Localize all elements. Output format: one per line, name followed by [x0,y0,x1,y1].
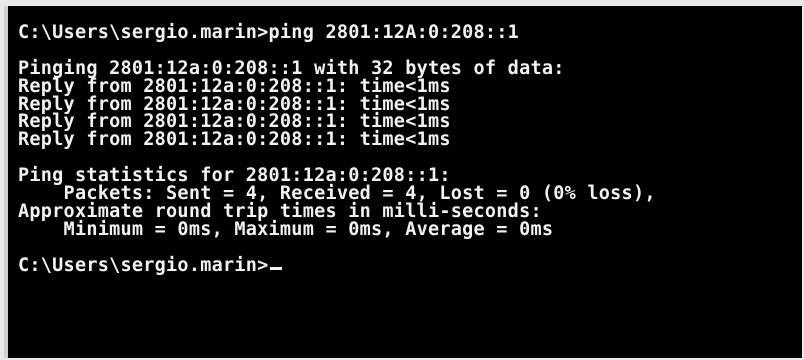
command-line: C:\Users\sergio.marin>ping 2801:12A:0:20… [18,22,520,43]
console-output: C:\Users\sergio.marin>ping 2801:12A:0:20… [18,22,656,276]
round-trip-times: Minimum = 0ms, Maximum = 0ms, Average = … [18,218,554,240]
final-prompt: C:\Users\sergio.marin> [18,254,269,276]
reply-line-4: Reply from 2801:12a:0:208::1: time<1ms [18,129,451,151]
text-cursor [269,266,282,270]
command-prompt-window[interactable]: C:\Users\sergio.marin>ping 2801:12A:0:20… [8,6,802,358]
pinging-line: Pinging 2801:12a:0:208::1 with 32 bytes … [18,57,565,79]
final-prompt-line[interactable]: C:\Users\sergio.marin> [18,254,656,276]
reply-line-1: Reply from 2801:12a:0:208::1: time<1ms [18,75,451,97]
